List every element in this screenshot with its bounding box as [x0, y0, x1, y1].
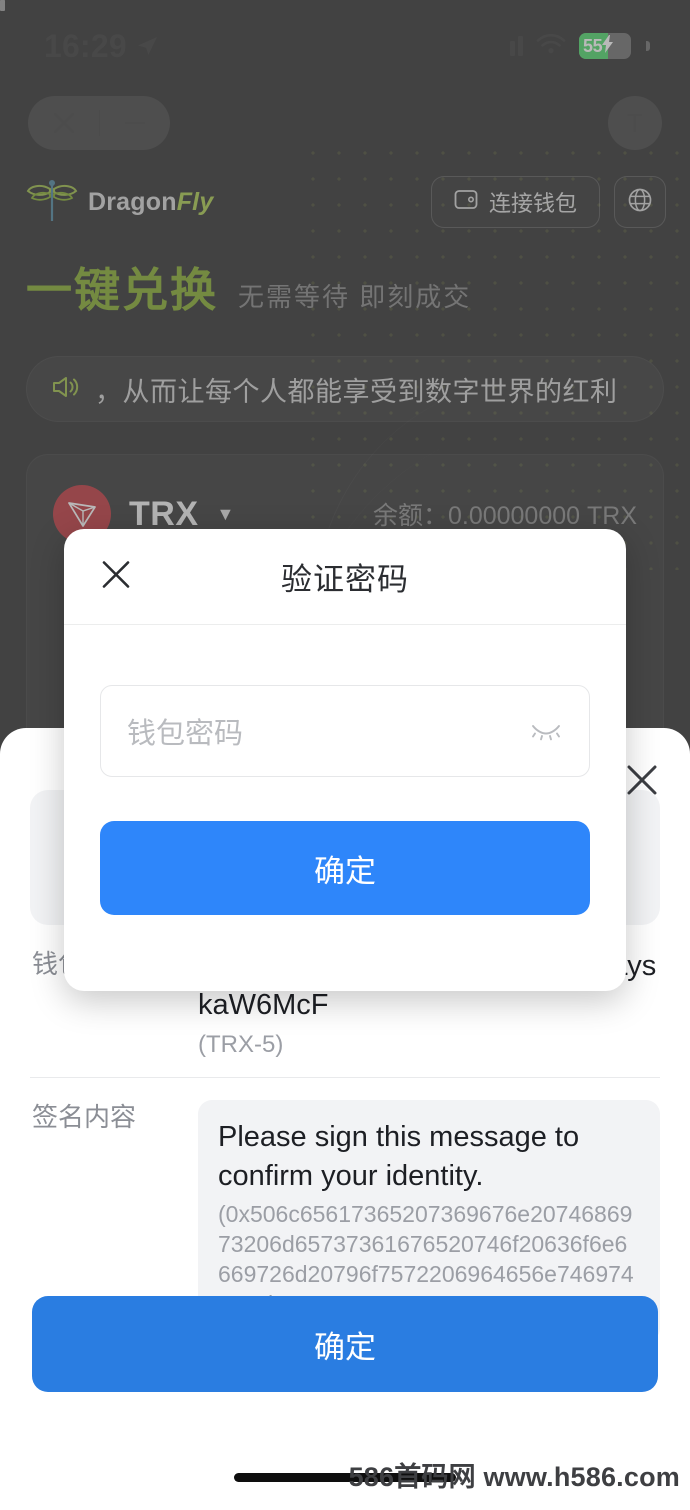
sheet-confirm-button[interactable]: 确定 [32, 1296, 658, 1392]
verify-password-modal: 验证密码 钱包密码 确定 [64, 529, 626, 991]
wallet-address-network: (TRX-5) [198, 1030, 284, 1058]
password-input-wrapper[interactable]: 钱包密码 [100, 685, 590, 777]
modal-header: 验证密码 [64, 529, 626, 625]
sheet-close-button[interactable] [622, 760, 662, 805]
modal-title: 验证密码 [281, 562, 409, 597]
modal-confirm-button[interactable]: 确定 [100, 821, 590, 915]
signature-message: Please sign this message to confirm your… [218, 1120, 580, 1192]
site-watermark: 586首码网 www.h586.com [348, 1462, 680, 1492]
password-input[interactable]: 钱包密码 [127, 710, 517, 752]
phone-screen: DragonFly 连接钱包 [0, 0, 690, 1510]
eye-off-icon[interactable] [529, 717, 563, 746]
modal-close-button[interactable] [98, 556, 134, 597]
